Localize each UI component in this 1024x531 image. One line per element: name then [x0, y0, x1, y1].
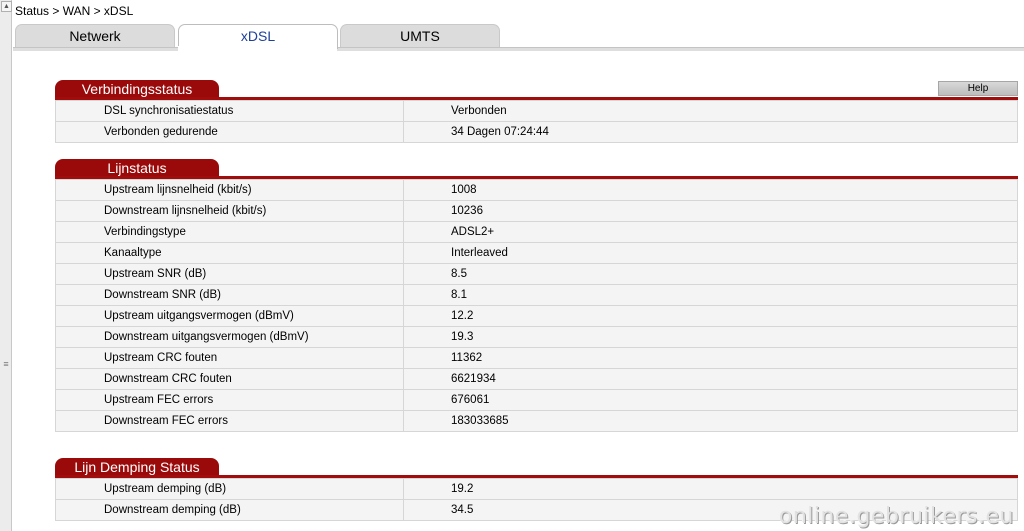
- section-lijnstatus: Lijnstatus Upstream lijnsnelheid (kbit/s…: [55, 159, 1018, 432]
- table-row: Downstream FEC errors 183033685: [55, 410, 1018, 432]
- section-header: Verbindingsstatus Help: [55, 80, 1018, 100]
- section-title: Lijn Demping Status: [55, 458, 219, 476]
- row-label: Downstream SNR (dB): [55, 284, 404, 306]
- row-value: 11362: [403, 347, 1018, 369]
- table-row: Downstream CRC fouten 6621934: [55, 368, 1018, 390]
- section-title: Verbindingsstatus: [55, 80, 219, 98]
- tab-netwerk[interactable]: Netwerk: [15, 24, 175, 47]
- row-value: 12.2: [403, 305, 1018, 327]
- table-row: Verbonden gedurende 34 Dagen 07:24:44: [55, 121, 1018, 143]
- row-label: Downstream uitgangsvermogen (dBmV): [55, 326, 404, 348]
- table-row: Upstream demping (dB) 19.2: [55, 478, 1018, 500]
- row-value: 8.1: [403, 284, 1018, 306]
- section-verbindingsstatus: Verbindingsstatus Help DSL synchronisati…: [55, 80, 1018, 143]
- left-frame-scrollbar[interactable]: ▲ ≡: [0, 0, 12, 531]
- row-label: DSL synchronisatiestatus: [55, 100, 404, 122]
- help-button[interactable]: Help: [938, 81, 1018, 96]
- section-rule: [55, 475, 1018, 478]
- section-title: Lijnstatus: [55, 159, 219, 177]
- row-value: 6621934: [403, 368, 1018, 390]
- table-row: Upstream CRC fouten 11362: [55, 347, 1018, 369]
- resize-grip-icon[interactable]: ≡: [2, 360, 10, 369]
- table-row: Upstream uitgangsvermogen (dBmV) 12.2: [55, 305, 1018, 327]
- row-label: Verbindingstype: [55, 221, 404, 243]
- table-row: Upstream FEC errors 676061: [55, 389, 1018, 411]
- row-label: Upstream lijnsnelheid (kbit/s): [55, 179, 404, 201]
- breadcrumb: Status > WAN > xDSL: [15, 4, 134, 18]
- row-label: Kanaaltype: [55, 242, 404, 264]
- row-label: Verbonden gedurende: [55, 121, 404, 143]
- row-label: Downstream FEC errors: [55, 410, 404, 432]
- row-label: Downstream demping (dB): [55, 499, 404, 521]
- row-value: 19.2: [403, 478, 1018, 500]
- line-status-table: Upstream lijnsnelheid (kbit/s) 1008 Downs…: [55, 179, 1018, 432]
- status-table: DSL synchronisatiestatus Verbonden Verbo…: [55, 100, 1018, 143]
- section-header: Lijnstatus: [55, 159, 1018, 179]
- row-label: Upstream demping (dB): [55, 478, 404, 500]
- scroll-up-arrow-icon[interactable]: ▲: [1, 1, 12, 12]
- row-label: Upstream FEC errors: [55, 389, 404, 411]
- section-header: Lijn Demping Status: [55, 458, 1018, 478]
- row-value: 1008: [403, 179, 1018, 201]
- section-rule: [55, 97, 1018, 100]
- row-value: 676061: [403, 389, 1018, 411]
- table-row: DSL synchronisatiestatus Verbonden: [55, 100, 1018, 122]
- table-row: Upstream lijnsnelheid (kbit/s) 1008: [55, 179, 1018, 201]
- table-row: Downstream uitgangsvermogen (dBmV) 19.3: [55, 326, 1018, 348]
- row-value: Verbonden: [403, 100, 1018, 122]
- row-value: ADSL2+: [403, 221, 1018, 243]
- tab-bar-divider: [13, 47, 1024, 51]
- row-label: Downstream CRC fouten: [55, 368, 404, 390]
- row-label: Upstream CRC fouten: [55, 347, 404, 369]
- table-row: Downstream SNR (dB) 8.1: [55, 284, 1018, 306]
- watermark: online.gebruikers.eu: [778, 504, 1014, 529]
- active-tab-joint: [178, 46, 337, 51]
- row-value: 34 Dagen 07:24:44: [403, 121, 1018, 143]
- section-rule: [55, 176, 1018, 179]
- table-row: Upstream SNR (dB) 8.5: [55, 263, 1018, 285]
- row-value: 19.3: [403, 326, 1018, 348]
- row-label: Downstream lijnsnelheid (kbit/s): [55, 200, 404, 222]
- row-value: Interleaved: [403, 242, 1018, 264]
- row-value: 10236: [403, 200, 1018, 222]
- table-row: Kanaaltype Interleaved: [55, 242, 1018, 264]
- table-row: Verbindingstype ADSL2+: [55, 221, 1018, 243]
- row-label: Upstream SNR (dB): [55, 263, 404, 285]
- row-label: Upstream uitgangsvermogen (dBmV): [55, 305, 404, 327]
- row-value: 8.5: [403, 263, 1018, 285]
- table-row: Downstream lijnsnelheid (kbit/s) 10236: [55, 200, 1018, 222]
- row-value: 183033685: [403, 410, 1018, 432]
- tab-umts[interactable]: UMTS: [340, 24, 500, 47]
